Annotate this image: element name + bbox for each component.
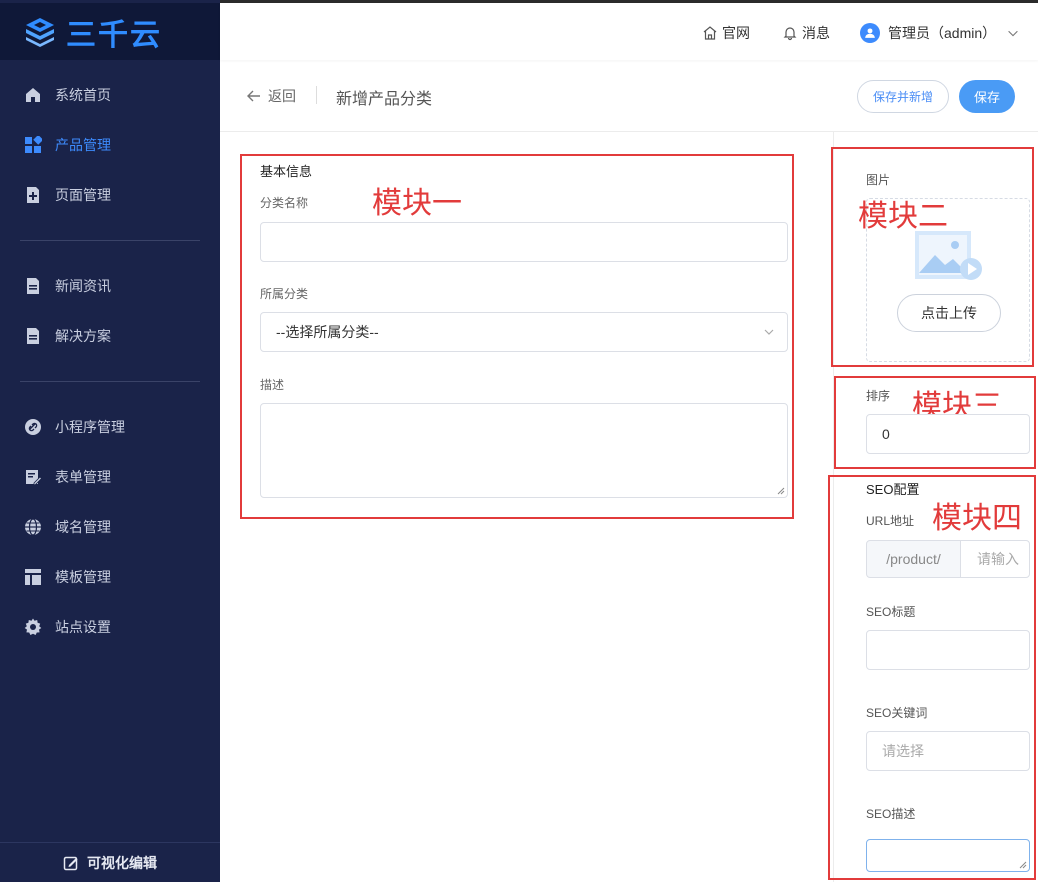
description-textarea[interactable] [260, 403, 788, 498]
back-button[interactable]: 返回 [246, 86, 296, 106]
resize-handle-icon[interactable] [1019, 861, 1027, 869]
sidebar-item-label: 系统首页 [55, 87, 111, 103]
sidebar-item-news[interactable]: 新闻资讯 [0, 261, 220, 311]
module-two-label: 模块二 [858, 199, 948, 234]
sidebar-item-label: 新闻资讯 [55, 278, 111, 294]
divider [316, 86, 317, 104]
arrow-left-icon [247, 90, 260, 102]
website-link[interactable]: 官网 [702, 23, 750, 43]
basic-info-heading: 基本信息 [260, 164, 313, 179]
brand-name: 三千云 [66, 17, 162, 53]
page-toolbar: 返回 新增产品分类 保存并新增 保存 [220, 60, 1038, 132]
url-prefix: /product/ [866, 540, 961, 578]
sidebar-item-site-settings[interactable]: 站点设置 [0, 602, 220, 652]
document-icon [24, 277, 42, 295]
sidebar-item-products[interactable]: 产品管理 [0, 120, 220, 170]
globe-icon [24, 518, 42, 536]
chevron-down-icon [1008, 30, 1018, 37]
sidebar-item-label: 页面管理 [55, 187, 111, 203]
image-placeholder-icon [915, 231, 982, 280]
avatar [860, 23, 880, 43]
messages-link[interactable]: 消息 [782, 23, 830, 43]
resize-handle-icon[interactable] [777, 487, 785, 495]
module-one-label: 模块一 [372, 186, 462, 221]
nav-divider [20, 240, 200, 241]
description-label: 描述 [260, 378, 285, 392]
visual-edit-label: 可视化编辑 [87, 854, 157, 871]
sidebar-item-label: 小程序管理 [55, 419, 125, 435]
sidebar-item-domains[interactable]: 域名管理 [0, 502, 220, 552]
url-label: URL地址 [866, 514, 915, 528]
website-label: 官网 [722, 25, 750, 41]
seo-description-textarea[interactable] [866, 839, 1030, 872]
seo-keywords-label: SEO关键词 [866, 706, 928, 720]
sidebar-item-home[interactable]: 系统首页 [0, 70, 220, 120]
page-add-icon [24, 186, 42, 204]
gear-icon [24, 618, 42, 636]
form-edit-icon [24, 468, 42, 486]
nav-divider [20, 381, 200, 382]
messages-label: 消息 [802, 25, 830, 41]
sidebar-item-miniprogram[interactable]: 小程序管理 [0, 402, 220, 452]
seo-description-label: SEO描述 [866, 807, 916, 821]
category-name-label: 分类名称 [260, 196, 309, 210]
sidebar-nav: 系统首页 产品管理 页面管理 新闻资讯 解决方案 小程序管理 表单管理 域名管理… [0, 70, 220, 652]
link-icon [24, 418, 42, 436]
sidebar-item-templates[interactable]: 模板管理 [0, 552, 220, 602]
edit-icon [63, 856, 78, 870]
sidebar-item-label: 域名管理 [55, 519, 111, 535]
sidebar-item-label: 站点设置 [55, 619, 111, 635]
sidebar-item-pages[interactable]: 页面管理 [0, 170, 220, 220]
layout-icon [24, 568, 42, 586]
sidebar: 三千云 系统首页 产品管理 页面管理 新闻资讯 解决方案 小程序管理 表单管理 … [0, 0, 220, 882]
back-label: 返回 [268, 88, 296, 104]
parent-category-label: 所属分类 [260, 287, 309, 301]
seo-heading: SEO配置 [866, 482, 920, 497]
visual-edit-button[interactable]: 可视化编辑 [0, 842, 220, 882]
home-icon [24, 86, 42, 104]
save-and-new-button[interactable]: 保存并新增 [857, 80, 949, 113]
top-header: 官网 消息 管理员（admin） [220, 3, 1038, 60]
grid-icon [24, 136, 42, 154]
page-title: 新增产品分类 [336, 91, 433, 108]
bell-icon [783, 27, 797, 41]
sidebar-item-label: 产品管理 [55, 137, 111, 153]
sidebar-item-solutions[interactable]: 解决方案 [0, 311, 220, 361]
sidebar-item-forms[interactable]: 表单管理 [0, 452, 220, 502]
seo-keywords-select[interactable]: 请选择 [866, 731, 1030, 771]
seo-title-input[interactable] [866, 630, 1030, 670]
upload-button[interactable]: 点击上传 [897, 294, 1001, 332]
user-menu[interactable]: 管理员（admin） [860, 23, 1024, 43]
save-button[interactable]: 保存 [959, 80, 1015, 113]
sidebar-item-label: 解决方案 [55, 328, 111, 344]
parent-category-value: --选择所属分类-- [276, 324, 379, 340]
url-input[interactable]: 请输入 [960, 540, 1030, 578]
sort-value: 0 [882, 426, 890, 442]
sort-label: 排序 [866, 389, 891, 403]
user-name: 管理员（admin） [888, 25, 997, 41]
sort-input[interactable]: 0 [866, 414, 1030, 454]
sidebar-item-label: 表单管理 [55, 469, 111, 485]
document-icon [24, 327, 42, 345]
seo-title-label: SEO标题 [866, 605, 916, 619]
parent-category-select[interactable]: --选择所属分类-- [260, 312, 788, 352]
category-name-input[interactable] [260, 222, 788, 262]
image-label: 图片 [866, 173, 891, 187]
logo[interactable]: 三千云 [0, 3, 220, 60]
logo-icon [26, 17, 54, 47]
chevron-down-icon [764, 329, 774, 335]
module-four-label: 模块四 [932, 501, 1022, 536]
sidebar-item-label: 模板管理 [55, 569, 111, 585]
seo-keywords-placeholder: 请选择 [882, 743, 924, 759]
home-outline-icon [703, 26, 717, 40]
